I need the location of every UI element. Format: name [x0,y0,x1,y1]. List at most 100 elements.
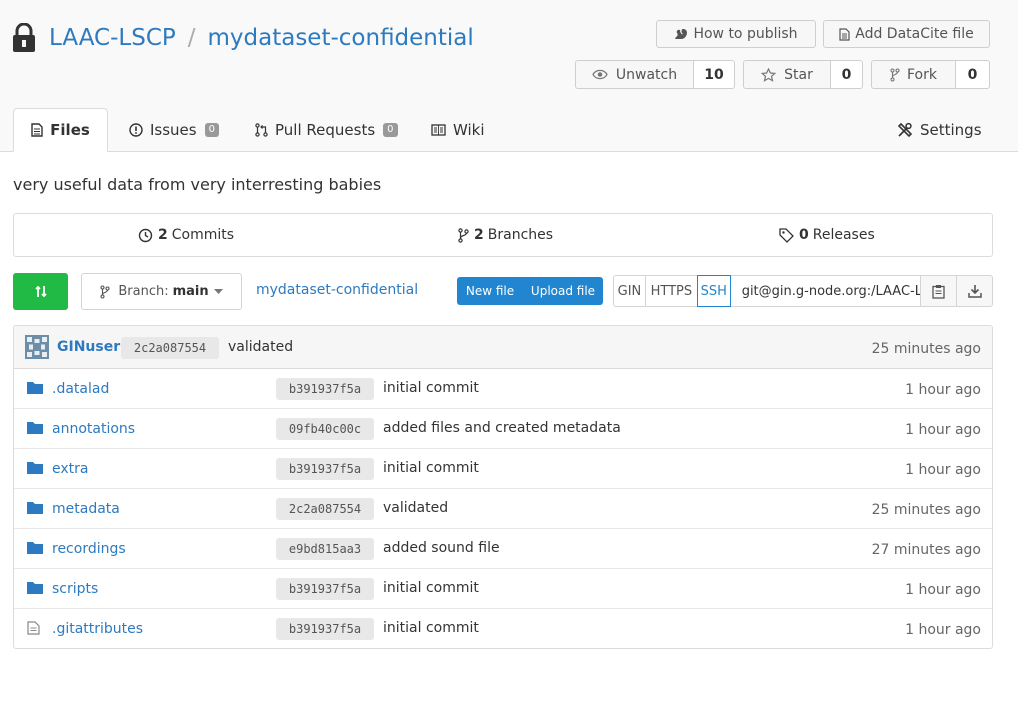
file-commit-message[interactable]: initial commit [383,460,479,476]
file-sha-link[interactable]: b391937f5a [276,378,374,400]
clone-url-field[interactable]: git@gin.g-node.org:/LAAC-LSCP/mydataset-… [730,275,922,307]
add-datacite-button[interactable]: Add DataCite file [823,20,990,48]
book-icon [431,124,446,136]
branch-prefix: Branch: [118,284,169,299]
star-button[interactable]: Star [743,60,831,89]
repo-title: LAAC-LSCP / mydataset-confidential [12,18,474,58]
file-age: 1 hour ago [905,622,981,638]
commits-label: Commits [171,227,235,243]
how-to-publish-label: How to publish [693,26,798,42]
file-text-icon [27,621,40,635]
tab-settings[interactable]: Settings [897,108,982,152]
commits-count: 2 [158,227,168,243]
tab-settings-label: Settings [920,121,982,139]
issue-icon [129,123,143,137]
tab-issues[interactable]: Issues 0 [129,108,219,152]
file-sha-link[interactable]: 09fb40c00c [276,418,374,440]
latest-commit-row: GINuser 2c2a087554 validated 25 minutes … [14,326,992,369]
repo-description: very useful data from very interresting … [13,175,382,194]
clipboard-icon [932,284,945,299]
commit-author-link[interactable]: GINuser [57,339,120,355]
add-datacite-label: Add DataCite file [855,26,974,42]
branch-dropdown[interactable]: Branch: main [81,273,242,310]
releases-stat[interactable]: 0 Releases [779,214,875,256]
table-row: recordings e9bd815aa3 added sound file 2… [14,529,992,569]
clone-ssh-button[interactable]: SSH [696,275,731,307]
file-age: 25 minutes ago [871,502,981,518]
fork-count[interactable]: 0 [955,60,990,89]
fork-button[interactable]: Fork [871,60,956,89]
issues-count-badge: 0 [204,123,219,137]
file-commit-message[interactable]: initial commit [383,620,479,636]
tab-issues-label: Issues [150,121,197,139]
file-name-link[interactable]: extra [52,461,88,477]
tab-pull-requests[interactable]: Pull Requests 0 [255,108,398,152]
watch-count[interactable]: 10 [693,60,735,89]
repo-stats-bar: 2 Commits 2 Branches 0 Releases [13,213,993,257]
branches-stat[interactable]: 2 Branches [458,214,553,256]
tab-pull-requests-label: Pull Requests [275,121,376,139]
file-sha-link[interactable]: 2c2a087554 [276,498,374,520]
avatar[interactable] [25,335,49,359]
breadcrumb-repo-link[interactable]: mydataset-confidential [256,282,418,298]
file-commit-message[interactable]: validated [383,500,448,516]
folder-icon [27,582,43,594]
pull-request-icon [255,123,268,137]
file-name-link[interactable]: scripts [52,581,98,597]
file-commit-message[interactable]: initial commit [383,580,479,596]
branch-name: main [172,284,209,299]
releases-count: 0 [799,227,809,243]
branch-icon [458,227,469,243]
file-name-link[interactable]: .gitattributes [52,621,143,637]
file-sha-link[interactable]: b391937f5a [276,578,374,600]
clone-gin-button[interactable]: GIN [613,275,645,307]
download-button[interactable] [957,275,993,307]
releases-label: Releases [812,227,875,243]
file-name-link[interactable]: .datalad [52,381,109,397]
table-row: annotations 09fb40c00c added files and c… [14,409,992,449]
file-age: 27 minutes ago [871,542,981,558]
commit-sha-link[interactable]: 2c2a087554 [121,337,219,359]
file-sha-link[interactable]: e9bd815aa3 [276,538,374,560]
repo-name-link[interactable]: mydataset-confidential [208,25,474,51]
caret-down-icon [213,289,223,294]
branch-icon [100,284,110,299]
file-age: 1 hour ago [905,422,981,438]
commits-stat[interactable]: 2 Commits [138,214,234,256]
file-text-icon [31,123,43,137]
star-count[interactable]: 0 [830,60,863,89]
unwatch-button[interactable]: Unwatch [575,60,694,89]
commit-message[interactable]: validated [228,339,293,355]
file-name-link[interactable]: recordings [52,541,126,557]
repo-owner-link[interactable]: LAAC-LSCP [49,25,176,51]
eye-icon [592,69,608,80]
file-sha-link[interactable]: b391937f5a [276,458,374,480]
file-commit-message[interactable]: added files and created metadata [383,420,621,436]
tab-files[interactable]: Files [13,108,108,152]
download-icon [967,285,982,298]
tab-wiki[interactable]: Wiki [431,108,485,152]
file-name-link[interactable]: metadata [52,501,120,517]
new-file-button[interactable]: New file [457,277,523,305]
file-commit-message[interactable]: added sound file [383,540,500,556]
folder-icon [27,462,43,474]
file-age: 1 hour ago [905,462,981,478]
file-text-icon [839,27,850,41]
clone-panel: GIN HTTPS SSH git@gin.g-node.org:/LAAC-L… [613,275,993,307]
compare-button[interactable] [13,273,68,310]
star-label: Star [784,66,813,83]
fork-icon [890,67,900,82]
clone-https-button[interactable]: HTTPS [644,275,697,307]
folder-icon [27,382,43,394]
file-name-link[interactable]: annotations [52,421,135,437]
file-commit-message[interactable]: initial commit [383,380,479,396]
copy-url-button[interactable] [921,275,958,307]
title-separator: / [187,25,196,51]
pull-requests-count-badge: 0 [383,123,398,137]
upload-file-button[interactable]: Upload file [523,277,603,305]
tools-icon [897,122,913,138]
how-to-publish-button[interactable]: How to publish [656,20,816,48]
file-sha-link[interactable]: b391937f5a [276,618,374,640]
tab-wiki-label: Wiki [453,121,485,139]
table-row: extra b391937f5a initial commit 1 hour a… [14,449,992,489]
